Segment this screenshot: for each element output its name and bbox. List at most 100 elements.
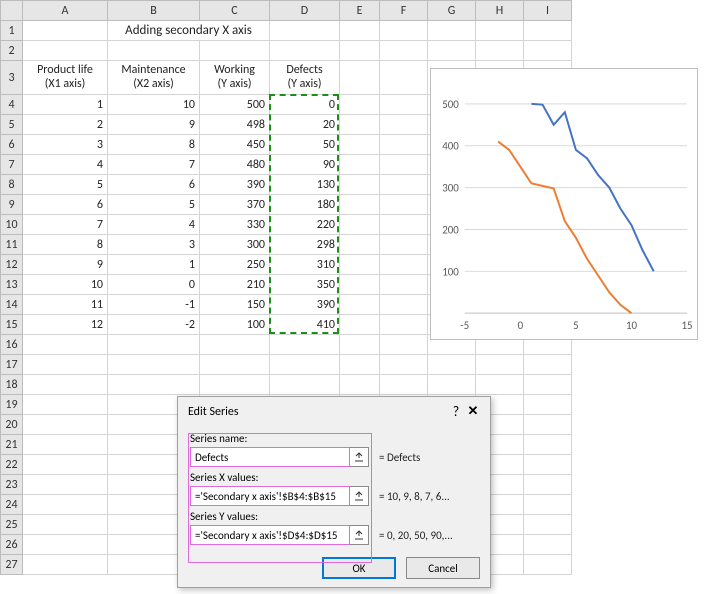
- cell[interactable]: [380, 95, 428, 115]
- row-header[interactable]: 8: [1, 175, 23, 195]
- cell[interactable]: 7: [108, 155, 200, 175]
- cell[interactable]: Maintenance(X2 axis): [108, 61, 200, 95]
- cell[interactable]: [380, 41, 428, 61]
- range-picker-icon[interactable]: [349, 486, 369, 506]
- cell[interactable]: [23, 355, 108, 375]
- cell[interactable]: [340, 95, 380, 115]
- row-header[interactable]: 2: [1, 41, 23, 61]
- cell[interactable]: [524, 515, 572, 535]
- cell[interactable]: [340, 155, 380, 175]
- row-header[interactable]: 7: [1, 155, 23, 175]
- row-header[interactable]: 24: [1, 495, 23, 515]
- cell[interactable]: 100: [200, 315, 270, 335]
- cell[interactable]: [108, 41, 200, 61]
- cell[interactable]: [200, 335, 270, 355]
- cell[interactable]: [340, 275, 380, 295]
- cell[interactable]: 50: [270, 135, 340, 155]
- cell[interactable]: [380, 195, 428, 215]
- cell[interactable]: [524, 375, 572, 395]
- cell[interactable]: [23, 515, 108, 535]
- row-header[interactable]: 18: [1, 375, 23, 395]
- cell[interactable]: [200, 355, 270, 375]
- cell[interactable]: [108, 375, 200, 395]
- cell[interactable]: [380, 135, 428, 155]
- cell[interactable]: [380, 295, 428, 315]
- col-header[interactable]: H: [476, 1, 524, 21]
- cell[interactable]: [340, 355, 380, 375]
- row-header[interactable]: 6: [1, 135, 23, 155]
- cell[interactable]: 8: [108, 135, 200, 155]
- cell[interactable]: 298: [270, 235, 340, 255]
- cell[interactable]: 480: [200, 155, 270, 175]
- col-header[interactable]: G: [428, 1, 476, 21]
- row-header[interactable]: 15: [1, 315, 23, 335]
- cell[interactable]: Adding secondary X axis: [108, 21, 270, 41]
- cell[interactable]: [340, 295, 380, 315]
- col-header[interactable]: F: [380, 1, 428, 21]
- help-icon[interactable]: ?: [448, 403, 464, 420]
- cell[interactable]: [270, 355, 340, 375]
- cell[interactable]: [380, 255, 428, 275]
- cell[interactable]: 5: [23, 175, 108, 195]
- cell[interactable]: [380, 355, 428, 375]
- cell[interactable]: 350: [270, 275, 340, 295]
- cell[interactable]: [524, 21, 572, 41]
- row-header[interactable]: 27: [1, 555, 23, 575]
- cell[interactable]: 6: [23, 195, 108, 215]
- close-icon[interactable]: ✕: [464, 404, 482, 419]
- cell[interactable]: 8: [23, 235, 108, 255]
- col-header[interactable]: E: [340, 1, 380, 21]
- cell[interactable]: [428, 375, 476, 395]
- cell[interactable]: [476, 355, 524, 375]
- cell[interactable]: [524, 455, 572, 475]
- cell[interactable]: 20: [270, 115, 340, 135]
- cell[interactable]: [380, 155, 428, 175]
- cell[interactable]: 10: [108, 95, 200, 115]
- cell[interactable]: [428, 21, 476, 41]
- cell[interactable]: [380, 375, 428, 395]
- cell[interactable]: [476, 41, 524, 61]
- cell[interactable]: [340, 41, 380, 61]
- row-header[interactable]: 3: [1, 61, 23, 95]
- cell[interactable]: [380, 215, 428, 235]
- col-header[interactable]: I: [524, 1, 572, 21]
- cell[interactable]: Product life(X1 axis): [23, 61, 108, 95]
- cell[interactable]: 450: [200, 135, 270, 155]
- cell[interactable]: [428, 355, 476, 375]
- cell[interactable]: [524, 41, 572, 61]
- cell[interactable]: 1: [23, 95, 108, 115]
- cell[interactable]: [108, 355, 200, 375]
- series-y-input[interactable]: [190, 525, 350, 545]
- cell[interactable]: Working(Y axis): [200, 61, 270, 95]
- row-header[interactable]: 5: [1, 115, 23, 135]
- cell[interactable]: [524, 395, 572, 415]
- select-all-corner[interactable]: [1, 1, 23, 21]
- cell[interactable]: 390: [200, 175, 270, 195]
- cell[interactable]: 5: [108, 195, 200, 215]
- cell[interactable]: 500: [200, 95, 270, 115]
- cell[interactable]: [270, 21, 340, 41]
- row-header[interactable]: 1: [1, 21, 23, 41]
- chart[interactable]: 100200300400500-5051015: [430, 68, 698, 340]
- cell[interactable]: 390: [270, 295, 340, 315]
- cell[interactable]: 310: [270, 255, 340, 275]
- col-header[interactable]: D: [270, 1, 340, 21]
- cell[interactable]: [380, 61, 428, 95]
- cell[interactable]: [340, 215, 380, 235]
- series-x-input[interactable]: [190, 486, 350, 506]
- cell[interactable]: [524, 535, 572, 555]
- cell[interactable]: [524, 435, 572, 455]
- cell[interactable]: [524, 355, 572, 375]
- col-header[interactable]: C: [200, 1, 270, 21]
- cell[interactable]: 300: [200, 235, 270, 255]
- cell[interactable]: 3: [23, 135, 108, 155]
- cell[interactable]: [524, 555, 572, 575]
- cell[interactable]: [270, 335, 340, 355]
- cell[interactable]: 10: [23, 275, 108, 295]
- cell[interactable]: [23, 535, 108, 555]
- cell[interactable]: [380, 235, 428, 255]
- cell[interactable]: [340, 235, 380, 255]
- row-header[interactable]: 23: [1, 475, 23, 495]
- row-header[interactable]: 14: [1, 295, 23, 315]
- cell[interactable]: [524, 495, 572, 515]
